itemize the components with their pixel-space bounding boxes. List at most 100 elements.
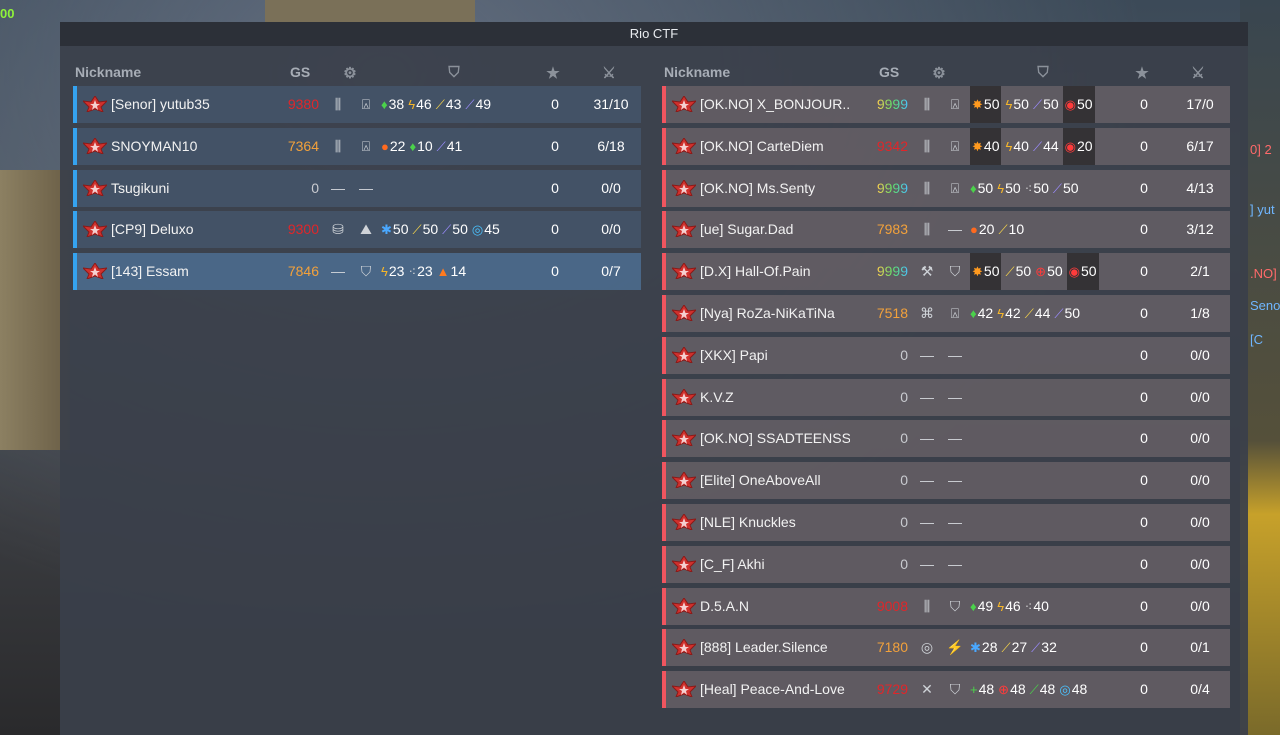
player-row[interactable]: [143] Essam 7846— ⛉ ϟ23 ⁖23 ▲14 0 0/7 [73, 253, 641, 291]
supply-item: ϟ46 [408, 86, 431, 123]
player-nickname[interactable]: [Elite] OneAboveAll [700, 462, 821, 499]
player-nickname[interactable]: Tsugikuni [111, 170, 169, 207]
player-row[interactable]: Tsugikuni 0 — — 0 0/0 [73, 169, 641, 207]
player-row[interactable]: [CP9] Deluxo 9300 ⛁ ⛰ ✱50 ⟋50 ⟋50 ◎45 0 0/0 [73, 211, 641, 249]
player-row[interactable]: [D.X] Hall-Of.Pain 9999 ⚒ ⛉ ✸50 ⟋50 ⊕50 ◉50 0 2/1 [662, 253, 1230, 291]
player-nickname[interactable]: [Heal] Peace-And-Love [700, 671, 845, 708]
player-nickname[interactable]: [D.X] Hall-Of.Pain [700, 253, 810, 290]
supply-icon: ✸ [972, 97, 983, 112]
player-score: 0 [1140, 388, 1148, 405]
player-nickname[interactable]: [XKX] Papi [700, 337, 768, 374]
player-row[interactable]: SNOYMAN10 7364 ⫼ ⍓ ●22 ♦10 ⟋41 0 6/18 [73, 127, 641, 165]
supply-item: ⟋50 [1054, 295, 1080, 332]
supply-icon: ⟋ [1032, 97, 1043, 112]
railgun-icon: ⫼ [334, 96, 342, 112]
supply-icon: ϟ [408, 97, 416, 112]
supply-value: 42 [1005, 304, 1021, 321]
gear-score: 0 [900, 513, 908, 530]
supply-item: ♦38 [381, 86, 404, 123]
player-nickname[interactable]: [888] Leader.Silence [700, 629, 828, 666]
titan-icon: ⍓ [950, 96, 960, 112]
player-nickname[interactable]: D.5.A.N [700, 588, 749, 625]
player-score: 0 [551, 96, 559, 112]
supply-icon: ϟ [1005, 97, 1013, 112]
supply-item: ◉50 [1062, 86, 1095, 123]
supplies: ✱50 ⟋50 ⟋50 ◎45 [381, 211, 504, 248]
supply-item: ⟋44 [1025, 295, 1051, 332]
supply-icon: ♦ [970, 598, 977, 614]
player-row[interactable]: [Elite] OneAboveAll 0 — — 0 0/0 [662, 462, 1230, 500]
rank-icon [672, 304, 696, 321]
player-nickname[interactable]: [C_F] Akhi [700, 546, 765, 583]
supply-item: ϟ40 [1005, 128, 1028, 165]
player-nickname[interactable]: [OK.NO] CarteDiem [700, 128, 824, 165]
player-nickname[interactable]: [CP9] Deluxo [111, 211, 193, 248]
player-nickname[interactable]: [143] Essam [111, 253, 189, 290]
kill-death: 0/1 [1190, 639, 1210, 656]
rank-icon [672, 639, 696, 656]
supply-icon: ◉ [1068, 264, 1080, 280]
gear-icon: ⚙ [932, 65, 946, 82]
rank-icon [672, 388, 696, 405]
supply-icon: ▲ [436, 264, 450, 280]
supplies: ϟ23 ⁖23 ▲14 [381, 253, 470, 290]
supply-item: ♦10 [409, 128, 432, 165]
supply-value: 50 [1005, 179, 1021, 196]
player-row[interactable]: [Heal] Peace-And-Love 9729 ✕ ⛉ +48 ⊕48 ⟋48 ◎48 0… [662, 671, 1230, 709]
hull-empty: — [948, 388, 962, 405]
supply-item: ⟋50 [1033, 86, 1059, 123]
player-nickname[interactable]: [ue] Sugar.Dad [700, 211, 793, 248]
player-row[interactable]: [888] Leader.Silence 7180 ◎ ⚡ ✱28 ⟋27 ⟋32 0 0/1 [662, 629, 1230, 667]
player-nickname[interactable]: K.V.Z [700, 379, 734, 416]
gear-score: 7983 [876, 221, 908, 238]
supply-value: 44 [1043, 137, 1059, 154]
player-nickname[interactable]: [Nya] RoZa-NiKaTiNa [700, 295, 835, 332]
supply-icon: ⊕ [998, 682, 1010, 698]
player-row[interactable]: [Nya] RoZa-NiKaTiNa 7518 ⌘ ⍓ ♦42 ϟ42 ⟋44 ⟋50 0 1/… [662, 294, 1230, 332]
player-score: 0 [1140, 96, 1148, 112]
star-icon: ★ [546, 65, 560, 82]
player-row[interactable]: D.5.A.N 9008 ⫼ ⛉ ♦49 ϟ46 ⁖40 0 0/0 [662, 587, 1230, 625]
player-row[interactable]: K.V.Z 0 — — 0 0/0 [662, 378, 1230, 416]
supply-value: 49 [977, 597, 994, 614]
railgun-icon: ⫼ [334, 137, 342, 154]
supply-value: 32 [1041, 639, 1057, 656]
supply-item: ϟ46 [997, 588, 1020, 625]
player-row[interactable]: [XKX] Papi 0 — — 0 0/0 [662, 336, 1230, 374]
player-nickname[interactable]: [NLE] Knuckles [700, 504, 796, 541]
rank-icon [83, 96, 107, 112]
supply-item: ϟ50 [1005, 86, 1028, 123]
kill-death: 0/0 [1190, 388, 1210, 405]
supply-item: ⊕48 [998, 671, 1025, 708]
supply-item: ⟋49 [465, 86, 491, 123]
player-nickname[interactable]: SNOYMAN10 [111, 128, 197, 165]
player-nickname[interactable]: [OK.NO] X_BONJOUR... [700, 86, 850, 123]
player-nickname[interactable]: [Senor] yutub35 [111, 86, 210, 123]
railgun-icon: ⫼ [923, 179, 931, 196]
railgun-icon: ⫼ [923, 137, 931, 154]
gear-score: 7846 [287, 263, 319, 280]
player-row[interactable]: [OK.NO] SSADTEENSS 0 — — 0 0/0 [662, 420, 1230, 458]
turret-empty: — [331, 179, 345, 196]
turret-empty: — [920, 346, 934, 363]
supplies: ♦50 ϟ50 ⁖50 ⟋50 [970, 170, 1083, 207]
supply-icon: ◉ [1064, 138, 1076, 154]
player-row[interactable]: [OK.NO] CarteDiem 9342 ⫼ ⍓ ✸40 ϟ40 ⟋44 ◉20 0 6/17 [662, 127, 1230, 165]
supply-value: 41 [446, 137, 463, 154]
player-nickname[interactable]: [OK.NO] Ms.Senty [700, 170, 815, 207]
titan-icon: ⍓ [361, 137, 371, 154]
supply-value: 46 [416, 96, 432, 112]
supply-item: ▲14 [437, 253, 466, 290]
player-row[interactable]: [Senor] yutub35 9380 ⫼ ⍓ ♦38 ϟ46 ⟋43 ⟋49 0 31/10 [73, 86, 641, 123]
player-row[interactable]: [C_F] Akhi 0 — — 0 0/0 [662, 545, 1230, 583]
player-row[interactable]: [ue] Sugar.Dad 7983 ⫼ — ●20 ⟋10 0 3/12 [662, 211, 1230, 249]
rank-icon [672, 221, 696, 238]
player-row[interactable]: [NLE] Knuckles 0 — — 0 0/0 [662, 503, 1230, 541]
supply-value: 10 [417, 137, 433, 154]
player-nickname[interactable]: [OK.NO] SSADTEENSS [700, 420, 850, 457]
player-row[interactable]: [OK.NO] X_BONJOUR... 9999 ⫼ ⍓ ✸50 ϟ50 ⟋50 ◉50 0 1… [662, 86, 1230, 123]
supply-item: ⁖40 [1025, 588, 1049, 625]
rank-icon [83, 137, 107, 154]
player-row[interactable]: [OK.NO] Ms.Senty 9999 ⫼ ⍓ ♦50 ϟ50 ⁖50 ⟋50 0 4/13 [662, 169, 1230, 207]
supply-icon: ● [381, 138, 389, 154]
